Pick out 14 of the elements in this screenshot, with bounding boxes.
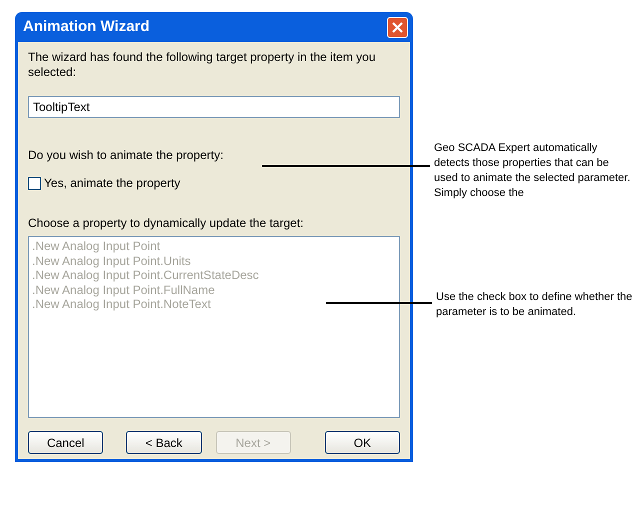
window-title: Animation Wizard	[23, 16, 150, 37]
animate-question: Do you wish to animate the property:	[28, 147, 224, 164]
callout-text: Geo SCADA Expert automatically detects those properties that can be used to animate the selected parameter. Simply choose the	[434, 141, 632, 201]
dialog-button[interactable]: < Back	[126, 431, 202, 454]
dialog-button[interactable]: OK	[324, 431, 400, 454]
close-icon	[392, 22, 403, 32]
dialog-button[interactable]: Cancel	[28, 431, 104, 454]
checkbox-label[interactable]: Yes, animate the property	[44, 174, 180, 192]
animate-checkbox[interactable]	[28, 176, 41, 190]
callout-text: Use the check box to define whether the parameter is to be animated.	[436, 290, 634, 320]
target-property-field[interactable]: TooltipText	[28, 96, 400, 118]
intro-text: The wizard has found the following target property in the item you selected:	[28, 50, 377, 80]
close-button[interactable]	[387, 16, 408, 38]
choose-property-label: Choose a property to dynamically update the target:	[28, 215, 304, 232]
